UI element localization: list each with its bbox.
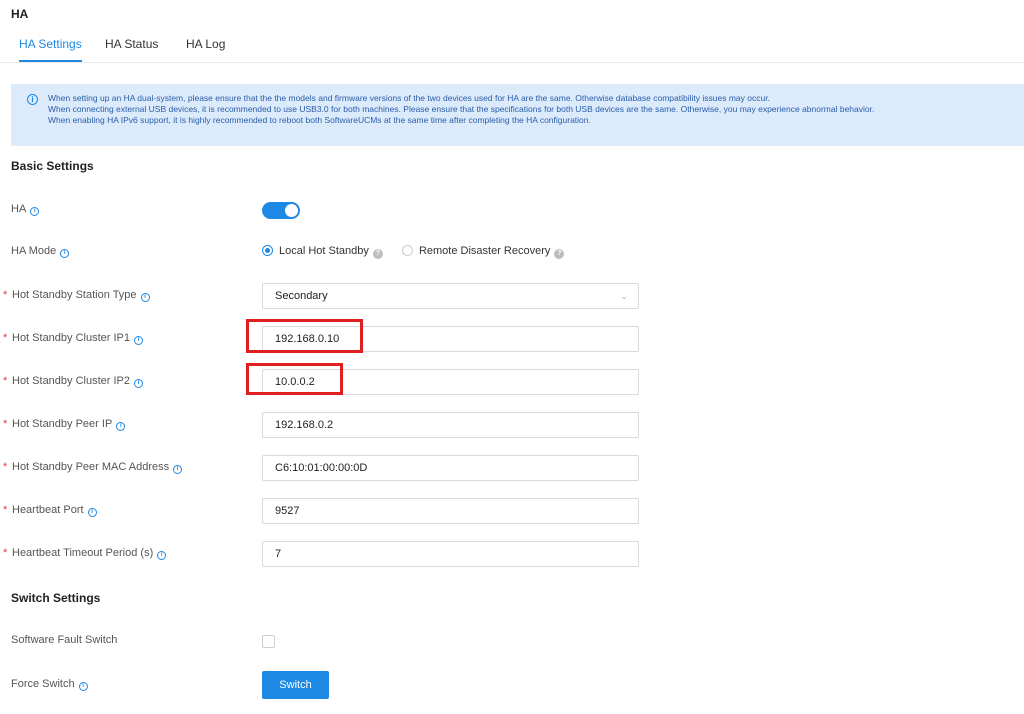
required-marker: * bbox=[3, 375, 8, 387]
tab-ha-log[interactable]: HA Log bbox=[186, 37, 225, 60]
notice-box: i When setting up an HA dual-system, ple… bbox=[11, 84, 1024, 146]
required-marker: * bbox=[3, 504, 8, 516]
cluster-ip2-row: * Hot Standby Cluster IP2 i 10.0.0.2 bbox=[0, 367, 1024, 397]
force-switch-label: Force Switch i bbox=[11, 678, 88, 691]
tab-bar: HA Settings HA Status HA Log bbox=[0, 30, 1024, 63]
heartbeat-timeout-input[interactable]: 7 bbox=[262, 541, 639, 567]
switch-settings-title: Switch Settings bbox=[11, 591, 101, 605]
station-type-select[interactable]: Secondary ⌄ bbox=[262, 283, 639, 309]
required-marker: * bbox=[3, 461, 8, 473]
heartbeat-timeout-row: * Heartbeat Timeout Period (s) i 7 bbox=[0, 539, 1024, 569]
info-icon[interactable]: i bbox=[134, 379, 144, 388]
ha-label: HA i bbox=[11, 203, 40, 216]
cluster-ip1-label: * Hot Standby Cluster IP1 i bbox=[3, 332, 144, 345]
station-type-label: * Hot Standby Station Type i bbox=[3, 289, 150, 302]
heartbeat-port-input[interactable]: 9527 bbox=[262, 498, 639, 524]
radio-unchecked-icon[interactable] bbox=[401, 245, 413, 256]
highlight-box-ip2 bbox=[246, 363, 343, 395]
heartbeat-port-row: * Heartbeat Port i 9527 bbox=[0, 496, 1024, 526]
peer-mac-input[interactable]: C6:10:01:00:00:0D bbox=[262, 455, 639, 481]
software-fault-switch-checkbox[interactable] bbox=[262, 635, 275, 648]
force-switch-row: Force Switch i Switch bbox=[0, 671, 1024, 701]
cluster-ip2-label: * Hot Standby Cluster IP2 i bbox=[3, 375, 144, 388]
info-icon[interactable]: i bbox=[173, 465, 183, 474]
chevron-down-icon: ⌄ bbox=[620, 291, 628, 301]
ha-row: HA i bbox=[0, 195, 1024, 225]
tab-ha-settings[interactable]: HA Settings bbox=[19, 37, 82, 62]
ha-mode-label: HA Mode i bbox=[11, 245, 70, 258]
tab-ha-status[interactable]: HA Status bbox=[105, 37, 158, 60]
required-marker: * bbox=[3, 418, 8, 430]
radio-checked-icon[interactable] bbox=[262, 245, 273, 256]
heartbeat-port-label: * Heartbeat Port i bbox=[3, 504, 97, 517]
info-icon[interactable]: i bbox=[87, 508, 97, 517]
help-icon[interactable]: ? bbox=[372, 249, 383, 259]
peer-mac-row: * Hot Standby Peer MAC Address i C6:10:01:… bbox=[0, 453, 1024, 483]
peer-ip-row: * Hot Standby Peer IP i 192.168.0.2 bbox=[0, 410, 1024, 440]
software-fault-switch-label: Software Fault Switch bbox=[11, 634, 118, 646]
info-icon[interactable]: i bbox=[78, 682, 88, 691]
info-icon[interactable]: i bbox=[140, 293, 150, 302]
page-title: HA bbox=[11, 7, 29, 21]
basic-settings-title: Basic Settings bbox=[11, 159, 94, 173]
notice-line: When enabling HA IPv6 support, it is hig… bbox=[48, 115, 591, 125]
peer-mac-label: * Hot Standby Peer MAC Address i bbox=[3, 461, 183, 474]
peer-ip-label: * Hot Standby Peer IP i bbox=[3, 418, 126, 431]
station-type-row: * Hot Standby Station Type i Secondary ⌄ bbox=[0, 281, 1024, 311]
heartbeat-timeout-label: * Heartbeat Timeout Period (s) i bbox=[3, 547, 167, 560]
highlight-box-ip1 bbox=[246, 319, 363, 353]
software-fault-switch-row: Software Fault Switch bbox=[0, 626, 1024, 656]
info-icon[interactable]: i bbox=[134, 336, 144, 345]
help-icon[interactable]: ? bbox=[554, 249, 565, 259]
info-icon[interactable]: i bbox=[116, 422, 126, 431]
info-icon[interactable]: i bbox=[60, 249, 70, 258]
ha-mode-row: HA Mode i Local Hot Standby? Remote Disas… bbox=[0, 237, 1024, 267]
radio-local-hot-standby[interactable]: Local Hot Standby? bbox=[262, 245, 383, 259]
required-marker: * bbox=[3, 547, 8, 559]
ha-toggle[interactable] bbox=[262, 202, 300, 219]
ha-mode-radio-group: Local Hot Standby? Remote Disaster Recov… bbox=[262, 245, 580, 259]
switch-button[interactable]: Switch bbox=[262, 671, 329, 699]
toggle-knob bbox=[285, 204, 298, 217]
notice-line: When setting up an HA dual-system, pleas… bbox=[48, 93, 770, 103]
cluster-ip1-row: * Hot Standby Cluster IP1 i 192.168.0.10 bbox=[0, 324, 1024, 354]
required-marker: * bbox=[3, 289, 8, 301]
info-icon[interactable]: i bbox=[30, 207, 40, 216]
required-marker: * bbox=[3, 332, 8, 344]
radio-remote-disaster-recovery[interactable]: Remote Disaster Recovery? bbox=[401, 245, 565, 259]
peer-ip-input[interactable]: 192.168.0.2 bbox=[262, 412, 639, 438]
notice-line: When connecting external USB devices, it… bbox=[48, 104, 875, 114]
info-icon[interactable]: i bbox=[157, 551, 167, 560]
info-icon: i bbox=[27, 94, 38, 105]
